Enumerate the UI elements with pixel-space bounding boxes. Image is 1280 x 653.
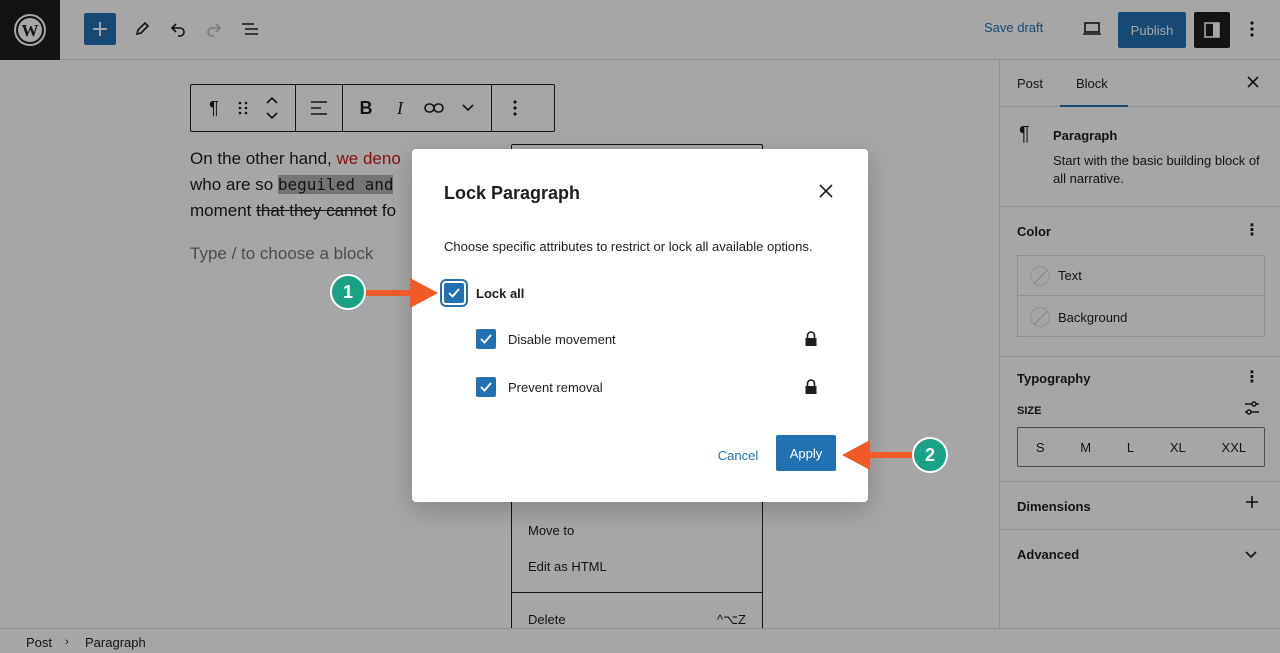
lock-paragraph-dialog: Lock Paragraph Choose specific attribute…: [412, 149, 868, 502]
disable-movement-checkbox[interactable]: [476, 329, 496, 349]
dialog-title: Lock Paragraph: [444, 183, 581, 203]
arrow-left-icon: [842, 440, 916, 470]
lock-all-option[interactable]: Lock all: [440, 279, 525, 307]
cancel-button[interactable]: Cancel: [712, 437, 764, 473]
arrow-right-icon: [364, 278, 438, 308]
step-badge-2: 2: [912, 437, 948, 473]
disable-movement-option[interactable]: Disable movement: [476, 329, 616, 349]
lock-all-label: Lock all: [476, 285, 525, 301]
disable-movement-label: Disable movement: [508, 331, 616, 347]
apply-button[interactable]: Apply: [776, 435, 836, 471]
prevent-removal-label: Prevent removal: [508, 379, 603, 395]
lock-icon: [804, 379, 818, 400]
lock-icon: [804, 331, 818, 352]
close-icon: [819, 184, 833, 198]
lock-all-checkbox[interactable]: [440, 279, 468, 307]
check-icon: [448, 288, 460, 298]
check-icon: [480, 334, 492, 344]
dialog-close-button[interactable]: [814, 179, 838, 203]
step-badge-1: 1: [330, 274, 366, 310]
dialog-description: Choose specific attributes to restrict o…: [444, 239, 813, 254]
prevent-removal-option[interactable]: Prevent removal: [476, 377, 603, 397]
prevent-removal-checkbox[interactable]: [476, 377, 496, 397]
check-icon: [480, 382, 492, 392]
